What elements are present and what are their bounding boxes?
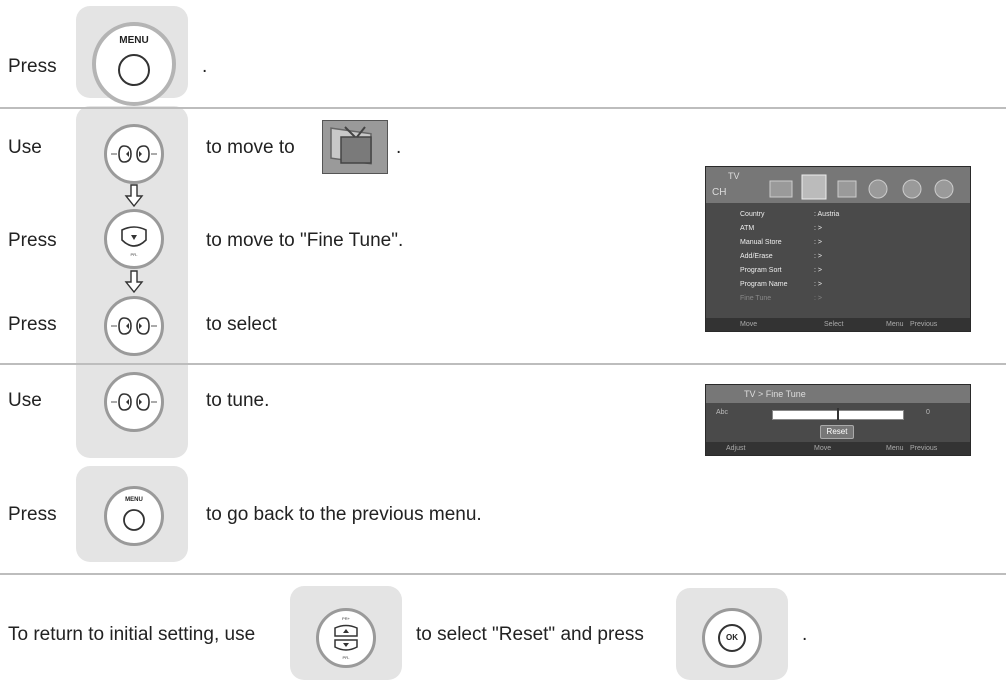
pr-up-down-button[interactable]: PR+ PR- <box>316 608 376 668</box>
menu-item-label[interactable]: Program Name <box>740 281 787 288</box>
reset-label: Reset <box>826 427 848 436</box>
menu-item-label[interactable]: Manual Store <box>740 239 782 246</box>
footer-move: Move <box>740 321 758 328</box>
footer-menu: Menu <box>886 445 904 452</box>
footer-move: Move <box>814 445 832 452</box>
footer-previous: Previous <box>910 445 938 452</box>
menu-item-value: : > <box>814 267 822 274</box>
menu-item-label[interactable]: Country <box>740 211 765 218</box>
menu-item-value: : Austria <box>814 211 840 218</box>
menu-button-label: MENU <box>119 35 149 46</box>
reset-instruction: To return to initial setting, use <box>8 624 256 645</box>
left-right-arrows-icon <box>111 393 157 411</box>
step-text: to tune. <box>206 390 270 411</box>
divider <box>0 363 1006 365</box>
footer-menu: Menu <box>886 321 904 328</box>
tv-channel-menu-screen: TV CH Country : Austria ATM : > Manual Store… <box>705 166 971 332</box>
footer-select: Select <box>824 321 844 328</box>
left-right-button[interactable] <box>104 296 164 356</box>
divider <box>0 107 1006 109</box>
menu-item-label[interactable]: Program Sort <box>740 267 782 274</box>
menu-item-label[interactable]: Add/Erase <box>740 253 773 260</box>
menu-item-value: : > <box>814 253 822 260</box>
menu-footer: Move Select Menu Previous <box>706 318 970 331</box>
menu-item-label[interactable]: ATM <box>740 225 754 232</box>
menu-category-icons <box>769 174 954 200</box>
fine-tune-footer: Adjust Move Menu Previous <box>706 442 970 455</box>
footer-adjust: Adjust <box>726 445 746 452</box>
pr-minus-mark: PR- <box>342 655 350 660</box>
fine-tune-slider-knob[interactable] <box>837 408 839 420</box>
footer-previous: Previous <box>910 321 938 328</box>
step-verb: Use <box>8 137 42 158</box>
ok-label: OK <box>726 633 738 642</box>
step-text: to go back to the previous menu. <box>206 504 482 525</box>
left-right-button[interactable] <box>104 124 164 184</box>
menu-category: CH <box>712 187 727 198</box>
fine-tune-breadcrumb: TV > Fine Tune <box>744 389 806 399</box>
menu-button-label: MENU <box>125 497 143 503</box>
down-arrow-icon <box>124 270 144 294</box>
step-verb: Press <box>8 56 57 77</box>
step-text: to move to <box>206 137 295 158</box>
pr-down-button[interactable]: PR- <box>104 209 164 269</box>
menu-title: TV <box>728 171 740 181</box>
pr-down-icon <box>121 226 147 247</box>
left-right-arrows-icon <box>111 317 157 335</box>
step-text: to move to "Fine Tune". <box>206 230 404 251</box>
pr-minus-mark: PR- <box>130 252 138 257</box>
fine-tune-screen: TV > Fine Tune Abc 0 Reset Adjust Move M… <box>705 384 971 456</box>
menu-item-value: : > <box>814 225 822 232</box>
step-verb: Use <box>8 390 42 411</box>
reset-button[interactable]: Reset <box>820 425 854 439</box>
divider <box>0 573 1006 575</box>
menu-item-value: : > <box>814 281 822 288</box>
left-right-arrows-icon <box>111 145 157 163</box>
fine-tune-value: 0 <box>926 409 930 416</box>
menu-button[interactable]: MENU <box>92 22 176 106</box>
step-text: to select <box>206 314 277 335</box>
step-verb: Press <box>8 504 57 525</box>
reset-instruction: to select "Reset" and press <box>416 624 644 645</box>
step-tail: . <box>202 56 208 77</box>
step-verb: Press <box>8 230 57 251</box>
fine-tune-channel: Abc <box>716 409 729 416</box>
reset-tail: . <box>802 624 808 645</box>
pr-plus-mark: PR+ <box>342 616 350 621</box>
step-tail: . <box>396 137 402 158</box>
menu-item-label[interactable]: Fine Tune <box>740 295 771 302</box>
menu-item-value: : > <box>814 239 822 246</box>
step-verb: Press <box>8 314 57 335</box>
menu-item-value: : > <box>814 295 822 302</box>
ok-button[interactable]: OK <box>702 608 762 668</box>
tv-menu-icon <box>322 120 388 174</box>
left-right-button[interactable] <box>104 372 164 432</box>
down-arrow-icon <box>124 184 144 208</box>
menu-button[interactable]: MENU <box>104 486 164 546</box>
